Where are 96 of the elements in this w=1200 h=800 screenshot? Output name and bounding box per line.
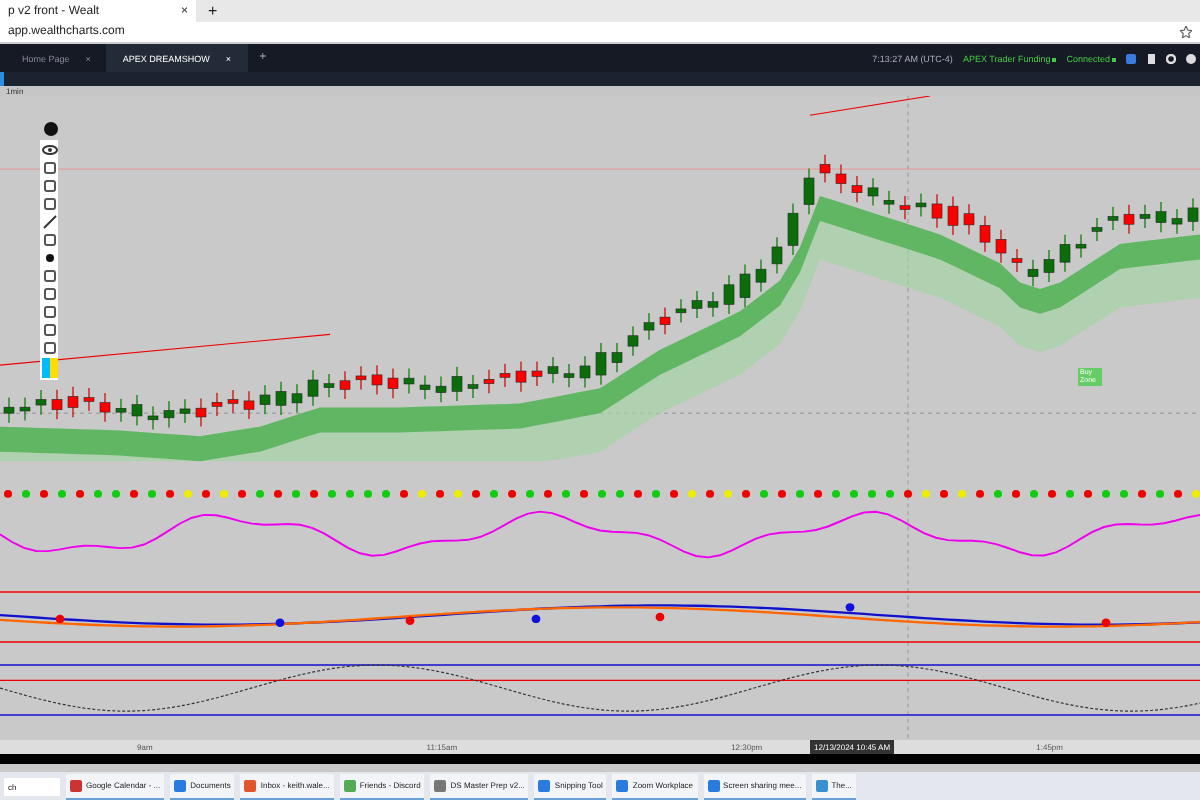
candlestick — [531, 360, 543, 387]
star-icon[interactable] — [1180, 26, 1192, 38]
candlestick — [387, 367, 399, 399]
candlestick — [1043, 249, 1055, 283]
candlestick — [723, 274, 735, 315]
candlestick — [1139, 204, 1151, 229]
selection-marker — [0, 72, 4, 86]
candlestick — [819, 154, 831, 184]
color-swatch-icon[interactable] — [41, 358, 57, 378]
candlestick — [739, 263, 751, 308]
candlestick — [787, 203, 799, 256]
document-icon[interactable] — [1146, 53, 1156, 63]
settings-icon[interactable] — [1166, 53, 1176, 63]
eye-icon[interactable] — [41, 142, 57, 158]
candlestick — [499, 363, 511, 388]
candlestick — [707, 291, 719, 318]
candlestick — [563, 363, 575, 388]
candlestick — [275, 381, 287, 416]
app-icon — [70, 779, 82, 791]
candlestick — [771, 236, 783, 275]
candlestick — [131, 394, 143, 427]
line-icon[interactable] — [41, 214, 57, 230]
candlestick — [963, 203, 975, 236]
save-icon[interactable] — [1126, 53, 1136, 63]
candlestick — [291, 383, 303, 414]
candlestick — [835, 163, 847, 194]
candlestick — [419, 374, 431, 400]
candlestick — [1011, 248, 1023, 273]
candlestick — [19, 396, 31, 422]
candlestick — [659, 306, 671, 335]
new-tab-button[interactable]: + — [208, 2, 218, 20]
dot-icon[interactable] — [41, 250, 57, 266]
app-icon — [174, 779, 187, 791]
pin-icon[interactable] — [44, 122, 58, 136]
candlestick — [35, 389, 47, 416]
candlestick — [643, 312, 655, 341]
candlestick — [883, 190, 895, 215]
candlestick — [259, 384, 271, 415]
candlestick — [1155, 201, 1167, 233]
candlestick — [803, 167, 815, 215]
candlestick — [1107, 206, 1119, 231]
app-icon — [538, 779, 551, 791]
candlestick — [547, 356, 559, 384]
candlestick — [147, 405, 159, 430]
app-icon — [707, 779, 720, 791]
candlestick — [83, 387, 95, 412]
candlestick — [627, 325, 639, 357]
candlestick — [1187, 197, 1199, 232]
candlestick — [467, 374, 479, 399]
candlestick — [51, 389, 63, 420]
candlestick — [579, 355, 591, 389]
candlestick — [67, 386, 79, 418]
app-icon — [616, 779, 629, 791]
app-icon — [434, 779, 447, 791]
candlestick — [1059, 234, 1071, 273]
candlestick — [179, 398, 191, 424]
app-icon — [343, 779, 356, 791]
candlestick — [515, 360, 527, 393]
candlestick — [611, 342, 623, 373]
candlestick — [867, 177, 879, 207]
candlestick — [1027, 259, 1039, 287]
candlestick — [227, 389, 239, 414]
candlestick — [243, 390, 255, 420]
candlestick — [323, 373, 335, 398]
candlestick — [899, 195, 911, 220]
candlestick — [435, 376, 447, 403]
candlestick — [115, 398, 127, 423]
candlestick — [1075, 234, 1087, 259]
candlestick — [1091, 217, 1103, 242]
user-icon[interactable] — [1186, 53, 1196, 63]
candlestick — [163, 400, 175, 429]
candlestick — [931, 193, 943, 229]
candlestick — [995, 229, 1007, 264]
candlestick — [675, 298, 687, 323]
app-icon — [815, 779, 828, 791]
candlestick — [307, 369, 319, 407]
candlestick — [595, 342, 607, 386]
candlestick — [979, 215, 991, 253]
candlestick — [211, 392, 223, 417]
candlestick — [947, 196, 959, 236]
candlestick — [755, 259, 767, 293]
candlestick — [851, 175, 863, 203]
candlestick — [1123, 204, 1135, 235]
candlestick — [483, 369, 495, 394]
candlestick — [99, 392, 111, 423]
candlestick — [3, 397, 15, 424]
candlestick — [339, 370, 351, 400]
candlestick — [195, 397, 207, 428]
candlestick — [691, 290, 703, 319]
candlestick — [451, 366, 463, 402]
app-icon — [244, 779, 257, 791]
candlestick — [1171, 208, 1183, 235]
candlestick — [915, 192, 927, 218]
candlestick — [355, 365, 367, 390]
candlestick — [371, 364, 383, 396]
candlestick — [403, 367, 415, 395]
